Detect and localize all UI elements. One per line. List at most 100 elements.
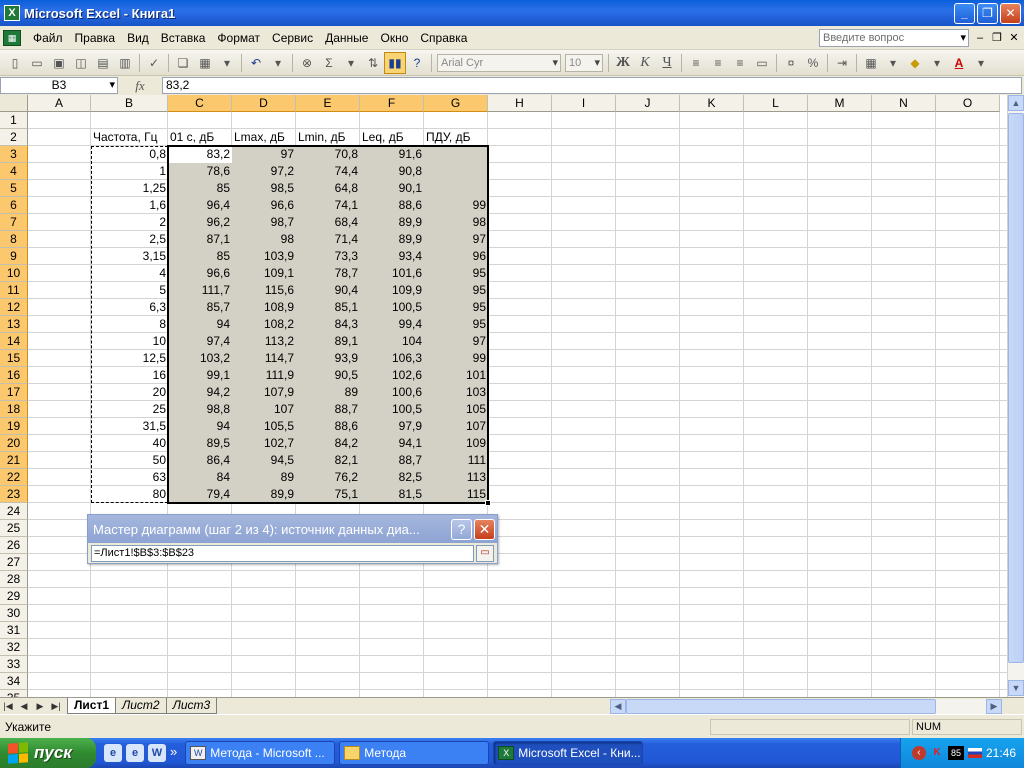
- print-icon[interactable]: ▤: [92, 52, 114, 74]
- fill-color-dropdown-icon[interactable]: ▾: [926, 52, 948, 74]
- menu-item[interactable]: Вставка: [155, 29, 212, 47]
- data-cell[interactable]: 70,8: [296, 146, 360, 163]
- data-cell[interactable]: 107: [232, 401, 296, 418]
- data-cell[interactable]: 79,4: [168, 486, 232, 503]
- data-cell[interactable]: 93,9: [296, 350, 360, 367]
- underline-button[interactable]: Ч: [656, 52, 678, 74]
- data-cell[interactable]: 84: [168, 469, 232, 486]
- fill-color-icon[interactable]: ◆: [904, 52, 926, 74]
- last-sheet-icon[interactable]: ▶|: [48, 701, 64, 712]
- menu-item[interactable]: Файл: [27, 29, 69, 47]
- data-cell[interactable]: 96,6: [232, 197, 296, 214]
- data-cell[interactable]: 97: [232, 146, 296, 163]
- menu-item[interactable]: Правка: [69, 29, 122, 47]
- frequency-cell[interactable]: 1,6: [91, 197, 168, 214]
- data-cell[interactable]: 99,1: [168, 367, 232, 384]
- data-cell[interactable]: 82,1: [296, 452, 360, 469]
- header-cell[interactable]: Lmax, дБ: [232, 129, 296, 146]
- frequency-cell[interactable]: 16: [91, 367, 168, 384]
- data-cell[interactable]: 94: [168, 316, 232, 333]
- data-cell[interactable]: 73,3: [296, 248, 360, 265]
- data-cell[interactable]: 105,5: [232, 418, 296, 435]
- data-cell[interactable]: 96,2: [168, 214, 232, 231]
- paste-dropdown-icon[interactable]: ▾: [216, 52, 238, 74]
- vertical-scrollbar[interactable]: ▲ ▼: [1007, 95, 1024, 697]
- data-cell[interactable]: 98: [232, 231, 296, 248]
- data-cell[interactable]: 105: [424, 401, 488, 418]
- data-cell[interactable]: 89,9: [232, 486, 296, 503]
- excel-icon[interactable]: X: [4, 5, 20, 21]
- data-cell[interactable]: 88,7: [360, 452, 424, 469]
- italic-button[interactable]: К: [634, 52, 656, 74]
- data-cell[interactable]: 91,6: [360, 146, 424, 163]
- start-button[interactable]: пуск: [0, 738, 96, 768]
- data-cell[interactable]: 89,9: [360, 231, 424, 248]
- fill-handle[interactable]: [485, 500, 491, 506]
- wizard-close-button[interactable]: ✕: [474, 518, 495, 540]
- frequency-cell[interactable]: 50: [91, 452, 168, 469]
- prev-sheet-icon[interactable]: ◀: [16, 701, 32, 712]
- data-cell[interactable]: 101: [424, 367, 488, 384]
- title-bar[interactable]: X Microsoft Excel - Книга1 _ ❐ ✕: [0, 0, 1024, 26]
- ie-alt-icon[interactable]: e: [126, 744, 144, 762]
- data-cell[interactable]: 84,2: [296, 435, 360, 452]
- scroll-up-button[interactable]: ▲: [1008, 95, 1024, 111]
- data-cell[interactable]: 85,1: [296, 299, 360, 316]
- insert-function-icon[interactable]: fx: [118, 78, 162, 94]
- data-cell[interactable]: 82,5: [360, 469, 424, 486]
- first-sheet-icon[interactable]: |◀: [0, 701, 16, 712]
- borders-icon[interactable]: ▦: [860, 52, 882, 74]
- data-cell[interactable]: 97: [424, 333, 488, 350]
- data-cell[interactable]: 102,7: [232, 435, 296, 452]
- data-cell[interactable]: 99: [424, 350, 488, 367]
- frequency-cell[interactable]: 20: [91, 384, 168, 401]
- new-file-icon[interactable]: ▯: [4, 52, 26, 74]
- frequency-cell[interactable]: 2,5: [91, 231, 168, 248]
- data-cell[interactable]: 98,5: [232, 180, 296, 197]
- font-name-select[interactable]: Arial Cyr: [437, 53, 561, 72]
- data-cell[interactable]: 115,6: [232, 282, 296, 299]
- data-cell[interactable]: 78,7: [296, 265, 360, 282]
- chart-wizard-icon[interactable]: ▮▮: [384, 51, 406, 74]
- data-cell[interactable]: 95: [424, 299, 488, 316]
- sheet-tab[interactable]: Лист2: [115, 698, 167, 714]
- autosum-dropdown-icon[interactable]: ▾: [340, 52, 362, 74]
- data-cell[interactable]: 85: [168, 180, 232, 197]
- data-cell[interactable]: 85: [168, 248, 232, 265]
- tray-arrow-icon[interactable]: ‹: [911, 746, 926, 760]
- data-cell[interactable]: 115: [424, 486, 488, 503]
- font-color-icon[interactable]: A: [948, 52, 970, 74]
- sort-icon[interactable]: ⇅: [362, 52, 384, 74]
- data-cell[interactable]: 74,1: [296, 197, 360, 214]
- data-cell[interactable]: 90,5: [296, 367, 360, 384]
- font-color-dropdown-icon[interactable]: ▾: [970, 52, 992, 74]
- data-cell[interactable]: 86,4: [168, 452, 232, 469]
- data-cell[interactable]: 104: [360, 333, 424, 350]
- next-sheet-icon[interactable]: ▶: [32, 701, 48, 712]
- word-icon[interactable]: W: [148, 744, 166, 762]
- data-cell[interactable]: 113: [424, 469, 488, 486]
- data-cell[interactable]: 111,7: [168, 282, 232, 299]
- data-cell[interactable]: 98,7: [232, 214, 296, 231]
- horizontal-scroll-thumb[interactable]: [626, 699, 936, 714]
- data-cell[interactable]: 109,9: [360, 282, 424, 299]
- ie-icon[interactable]: e: [104, 744, 122, 762]
- data-cell[interactable]: 90,8: [360, 163, 424, 180]
- close-button[interactable]: ✕: [1000, 2, 1021, 24]
- frequency-cell[interactable]: 6,3: [91, 299, 168, 316]
- quick-launch-more-icon[interactable]: »: [170, 744, 177, 762]
- scroll-down-button[interactable]: ▼: [1008, 680, 1024, 696]
- workbook-icon[interactable]: ▦: [3, 29, 21, 46]
- data-cell[interactable]: 103,2: [168, 350, 232, 367]
- data-cell[interactable]: 94,5: [232, 452, 296, 469]
- data-cell[interactable]: 88,7: [296, 401, 360, 418]
- data-cell[interactable]: 95: [424, 282, 488, 299]
- paste-icon[interactable]: ▦: [194, 52, 216, 74]
- borders-dropdown-icon[interactable]: ▾: [882, 52, 904, 74]
- data-cell[interactable]: 84,3: [296, 316, 360, 333]
- frequency-cell[interactable]: 0,8: [91, 146, 168, 163]
- data-cell[interactable]: 76,2: [296, 469, 360, 486]
- menu-item[interactable]: Данные: [319, 29, 374, 47]
- frequency-cell[interactable]: 5: [91, 282, 168, 299]
- data-cell[interactable]: 107,9: [232, 384, 296, 401]
